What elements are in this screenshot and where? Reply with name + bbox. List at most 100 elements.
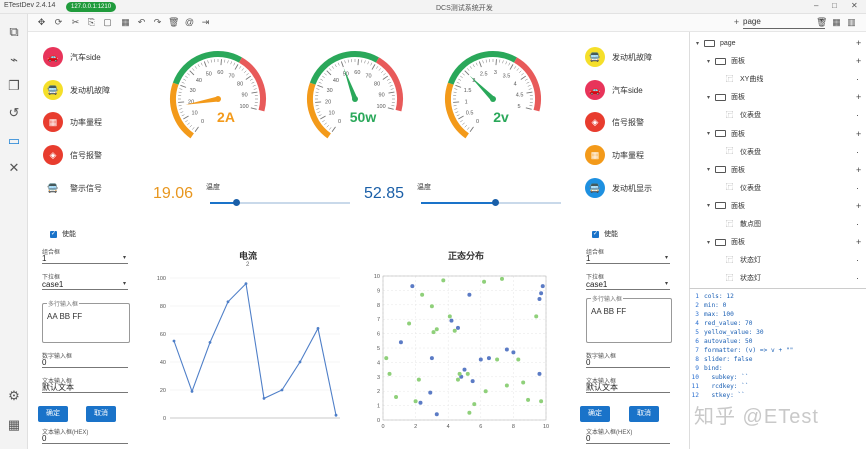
tree-node[interactable]: ⿸状态灯 · (718, 253, 866, 267)
close-icon[interactable]: ✕ (851, 1, 858, 10)
gauge-tick (180, 111, 184, 113)
layout-icon[interactable]: ▦ (120, 17, 131, 28)
text-input-right[interactable]: 默认文本 (586, 382, 670, 393)
enable-checkbox-right[interactable]: ✓ 使能 (592, 229, 618, 239)
export-icon[interactable]: ⇥ (200, 17, 211, 28)
tree-node[interactable]: ▾ 面板 + (707, 127, 866, 141)
gauge-tick (391, 105, 395, 107)
component-icon: ⿸ (726, 184, 733, 192)
expand-caret-icon[interactable]: ▾ (707, 94, 715, 101)
paste-icon[interactable]: ▢ (102, 17, 113, 28)
number-input-right[interactable]: 0 (586, 357, 670, 368)
redo-icon[interactable]: ↷ (152, 17, 163, 28)
add-node-icon[interactable]: + (856, 92, 866, 102)
tree-node[interactable]: ⿸ XY曲线 · (718, 72, 866, 86)
expand-caret-icon[interactable]: ▾ (696, 40, 704, 47)
tree-node[interactable]: ▾ 面板 + (707, 54, 866, 68)
scatter-chart-title: 正态分布 (448, 251, 485, 261)
number-input-left[interactable]: 0 (42, 357, 128, 368)
check-icon: ✓ (592, 230, 599, 238)
node-dot-icon[interactable]: · (856, 273, 866, 283)
grid-view-icon[interactable]: ▦ (831, 17, 842, 28)
add-node-icon[interactable]: + (856, 201, 866, 211)
node-dot-icon[interactable]: · (856, 110, 866, 120)
tree-node[interactable]: ⿸仪表盘 · (718, 108, 866, 122)
enable-checkbox-left[interactable]: ✓ 使能 (50, 229, 76, 239)
tree-node[interactable]: ⿸散点图 · (718, 217, 866, 231)
settings-gear-icon[interactable]: ⚙ (5, 387, 23, 405)
gauge-tick (509, 64, 514, 70)
tree-node[interactable]: ⿸仪表盘 · (718, 181, 866, 195)
cancel-button-left[interactable]: 取消 (86, 406, 116, 422)
add-node-icon[interactable]: + (856, 237, 866, 247)
tree-node[interactable]: ⿸仪表盘 · (718, 145, 866, 159)
cancel-button-right[interactable]: 取消 (629, 406, 659, 422)
gauge-tick-label: 100 (239, 104, 248, 110)
tree-node[interactable]: ▾ 面板 + (707, 235, 866, 249)
gauge-tick-label: 30 (327, 88, 333, 94)
dropdown-left[interactable]: case1 ▾ (42, 279, 128, 290)
plug-icon[interactable]: ⌁ (5, 51, 23, 69)
refresh-icon[interactable]: ⟳ (53, 17, 64, 28)
add-node-icon[interactable]: + (856, 38, 861, 48)
tree-node[interactable]: ▾ page + (696, 36, 866, 50)
add-node-icon[interactable]: + (856, 129, 866, 139)
dropdown-right[interactable]: case1 ▾ (586, 279, 670, 290)
monitor-icon[interactable]: ▭ (5, 132, 23, 150)
gauge-tick (315, 91, 319, 93)
gauge-tick (200, 62, 203, 66)
hex-input-left[interactable]: 0 (42, 433, 128, 444)
slider-track-2[interactable] (421, 199, 561, 206)
expand-caret-icon[interactable]: ▾ (707, 239, 715, 246)
add-node-icon[interactable]: + (856, 56, 866, 66)
text-input-left[interactable]: 默认文本 (42, 382, 128, 393)
copy-icon[interactable]: ❐ (5, 77, 23, 95)
maximize-icon[interactable]: □ (832, 1, 837, 10)
gauge-tick-label: 3 (494, 70, 497, 76)
gauge-tick-label: 70 (365, 74, 371, 80)
delete-icon[interactable]: 🗑 (168, 17, 179, 28)
gauge-tick (520, 75, 527, 80)
text-value-right: 默认文本 (586, 383, 618, 392)
expand-caret-icon[interactable]: ▾ (707, 202, 715, 209)
node-dot-icon[interactable]: · (856, 147, 866, 157)
slider-handle-2[interactable] (491, 199, 499, 206)
tree-node[interactable]: ▾ 面板 + (707, 90, 866, 104)
undo-icon[interactable]: ↶ (136, 17, 147, 28)
line-number: 2 (695, 302, 699, 309)
combo-box-right[interactable]: 1 ▾ (586, 253, 670, 264)
trash-icon[interactable]: 🗑 (816, 17, 827, 28)
add-page-icon[interactable]: + (731, 17, 742, 28)
multiline-input-left[interactable]: 多行输入框 AA BB FF (42, 299, 130, 343)
tree-node[interactable]: ▾ 面板 + (707, 163, 866, 177)
copy-icon[interactable]: ⎘ (86, 17, 97, 28)
grid-icon[interactable]: ▦ (5, 416, 23, 434)
gauge-tick (250, 107, 257, 110)
combo-box-left[interactable]: 1 ▾ (42, 253, 128, 264)
tree-node[interactable]: ⿸状态灯 · (718, 271, 866, 285)
cut-icon[interactable]: ✂ (70, 17, 81, 28)
move-icon[interactable]: ✥ (36, 17, 47, 28)
at-icon[interactable]: @ (184, 17, 195, 28)
slider-handle-1[interactable] (233, 199, 241, 206)
node-dot-icon[interactable]: · (856, 219, 866, 229)
minimize-icon[interactable]: – (814, 1, 818, 10)
expand-caret-icon[interactable]: ▾ (707, 166, 715, 173)
node-dot-icon[interactable]: · (856, 74, 866, 84)
node-dot-icon[interactable]: · (856, 255, 866, 265)
add-node-icon[interactable]: + (856, 165, 866, 175)
chart-view-icon[interactable]: ▥ (846, 17, 857, 28)
multiline-input-right[interactable]: 多行输入框 AA BB FF (586, 294, 672, 343)
ok-button-right[interactable]: 确定 (580, 406, 610, 422)
slider-track-1[interactable] (210, 199, 350, 206)
expand-caret-icon[interactable]: ▾ (707, 58, 715, 65)
tools-icon[interactable]: ✕ (5, 159, 23, 177)
expand-caret-icon[interactable]: ▾ (707, 130, 715, 137)
ok-button-left[interactable]: 确定 (38, 406, 68, 422)
page-select[interactable]: page ▾ (743, 17, 825, 29)
history-icon[interactable]: ↺ (5, 104, 23, 122)
hex-input-right[interactable]: 0 (586, 433, 670, 444)
tree-node[interactable]: ▾ 面板 + (707, 199, 866, 213)
files-icon[interactable]: ⧉ (5, 23, 23, 41)
node-dot-icon[interactable]: · (856, 183, 866, 193)
